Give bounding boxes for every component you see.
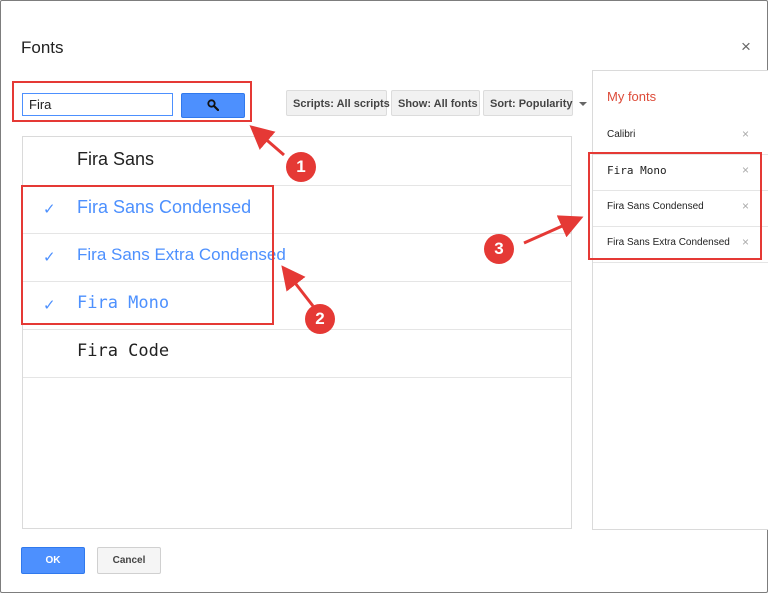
ok-button[interactable]: OK [21, 547, 85, 574]
font-name: Fira Sans Condensed [77, 197, 252, 217]
my-font-name: Fira Mono [607, 164, 667, 177]
show-filter-label: Show: All fonts [398, 98, 478, 110]
show-filter-dropdown[interactable]: Show: All fonts [391, 90, 492, 116]
cancel-button[interactable]: Cancel [97, 547, 161, 574]
callout-1: 1 [286, 152, 316, 182]
search-button[interactable] [181, 93, 245, 118]
close-icon[interactable]: × [741, 38, 751, 56]
font-name: Fira Sans [77, 149, 155, 169]
my-fonts-item[interactable]: Fira Sans Extra Condensed × [593, 226, 768, 263]
my-fonts-panel: My fonts Calibri × Fira Mono × Fira Sans… [592, 70, 768, 530]
remove-icon[interactable]: × [742, 163, 749, 177]
checkmark-icon: ✓ [43, 249, 56, 266]
font-name: Fira Code [77, 341, 170, 361]
my-fonts-item[interactable]: Calibri × [593, 118, 768, 155]
checkmark-icon: ✓ [43, 201, 56, 218]
my-fonts-item[interactable]: Fira Mono × [593, 154, 768, 191]
chevron-down-icon [578, 102, 587, 107]
my-fonts-item[interactable]: Fira Sans Condensed × [593, 190, 768, 227]
font-name: Fira Sans Extra Condensed [77, 245, 286, 264]
sort-label: Sort: Popularity [490, 98, 573, 110]
scripts-filter-label: Scripts: All scripts [293, 98, 390, 110]
my-fonts-title: My fonts [607, 89, 657, 104]
font-list: Fira Sans ✓ Fira Sans Condensed ✓ Fira S… [22, 136, 572, 529]
remove-icon[interactable]: × [742, 127, 749, 141]
font-name: Fira Mono [77, 293, 170, 313]
dialog-title: Fonts [21, 38, 64, 57]
sort-dropdown[interactable]: Sort: Popularity [483, 90, 587, 116]
font-list-item[interactable]: ✓ Fira Mono [23, 281, 571, 330]
search-icon [207, 99, 219, 111]
font-list-item[interactable]: ✓ Fira Sans Condensed [23, 185, 571, 234]
search-input[interactable] [22, 93, 173, 116]
callout-3: 3 [484, 234, 514, 264]
callout-2: 2 [305, 304, 335, 334]
my-font-name: Calibri [607, 129, 636, 140]
my-font-name: Fira Sans Extra Condensed [607, 237, 730, 248]
font-list-item[interactable]: Fira Code [23, 329, 571, 378]
scripts-filter-dropdown[interactable]: Scripts: All scripts [286, 90, 404, 116]
remove-icon[interactable]: × [742, 199, 749, 213]
checkmark-icon: ✓ [43, 297, 56, 314]
my-font-name: Fira Sans Condensed [607, 201, 704, 212]
remove-icon[interactable]: × [742, 235, 749, 249]
